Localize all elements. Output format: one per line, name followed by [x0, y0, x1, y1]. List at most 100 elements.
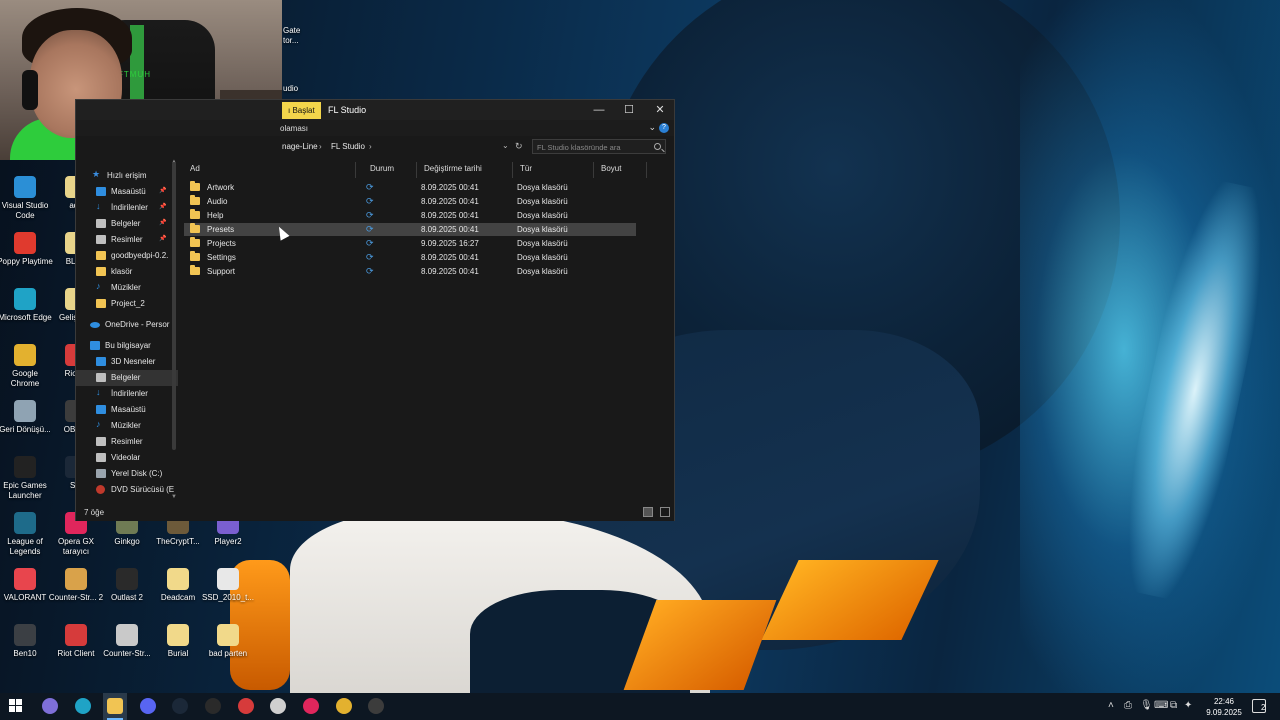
search-input[interactable]: FL Studio klasöründe ara [532, 139, 666, 154]
ribbon-collapse-button[interactable]: ⌄ [648, 122, 656, 133]
nav-item[interactable]: Project_2 [76, 296, 178, 312]
tray-icon[interactable]: ˄ [1108, 700, 1114, 711]
chrome-icon[interactable] [336, 698, 352, 714]
nav-item[interactable]: Belgeler 📌 [76, 216, 178, 232]
file-row[interactable]: Help ⟳ 8.09.2025 00:41 Dosya klasörü [184, 209, 636, 222]
folder-icon [190, 195, 200, 205]
nav-item[interactable]: ♪ Müzikler [76, 418, 178, 434]
start-icon[interactable] [8, 698, 24, 714]
desktop-shortcut[interactable]: Microsoft Edge [0, 288, 53, 323]
file-row[interactable]: Artwork ⟳ 8.09.2025 00:41 Dosya klasörü [184, 181, 636, 194]
nav-item[interactable]: Resimler [76, 434, 178, 450]
breadcrumb-separator[interactable]: › [319, 142, 322, 151]
desktop-shortcut[interactable]: Google Chrome [0, 344, 53, 389]
desktop-shortcut-label: Epic Games Launcher [3, 481, 47, 500]
help-button[interactable]: ? [659, 123, 669, 133]
desktop-shortcut-label: Microsoft Edge [0, 313, 52, 322]
nav-item[interactable]: goodbyedpi-0.2. [76, 248, 178, 264]
file-explorer-window[interactable]: ı Başlat FL Studio — ☐ ✕ olaması ⌄ ? nag… [75, 99, 675, 521]
file-explorer-icon[interactable] [107, 698, 123, 714]
desktop-shortcut-label: Deadcam [160, 593, 196, 602]
nav-item[interactable]: OneDrive - Persor [76, 317, 178, 333]
column-header-modified[interactable]: Değiştirme tarihi [418, 162, 513, 178]
file-list-pane[interactable]: Ad Durum Değiştirme tarihi Tür Boyut Art… [184, 158, 674, 504]
desktop-shortcut[interactable]: Counter-Str... 2 [48, 568, 104, 603]
desktop-shortcut[interactable]: SSD_2010_t... [200, 568, 256, 603]
riot-icon[interactable] [238, 698, 254, 714]
nav-item[interactable]: ↓ İndirilenler 📌 [76, 200, 178, 216]
nav-item[interactable]: klasör [76, 264, 178, 280]
maximize-button[interactable]: ☐ [619, 103, 639, 117]
nav-item[interactable]: Belgeler [76, 370, 178, 386]
refresh-button[interactable]: ↻ [515, 141, 523, 152]
details-view-button[interactable] [643, 507, 653, 517]
desktop-shortcut[interactable]: League of Legends [0, 512, 53, 557]
steam-icon[interactable] [172, 698, 188, 714]
address-bar[interactable]: nage-Line › FL Studio › ⌄ ↻ FL Studio kl… [76, 138, 674, 156]
column-header-type[interactable]: Tür [514, 162, 594, 178]
file-row[interactable]: Settings ⟳ 8.09.2025 00:41 Dosya klasörü [184, 251, 636, 264]
nav-item[interactable]: Bu bilgisayar [76, 338, 178, 354]
breadcrumb-fl-studio[interactable]: FL Studio [331, 142, 365, 151]
sync-status-icon: ⟳ [366, 238, 374, 248]
desktop-shortcut[interactable]: Deadcam [150, 568, 206, 603]
desktop-shortcut-label: Counter-Str... [103, 649, 151, 658]
obs-icon[interactable] [368, 698, 384, 714]
tray-icon[interactable]: ⌨ [1154, 700, 1168, 711]
opera-gx-icon[interactable] [303, 698, 319, 714]
desktop-shortcut[interactable]: Ben10 [0, 624, 53, 659]
file-row[interactable]: Presets ⟳ 8.09.2025 00:41 Dosya klasörü [184, 223, 636, 236]
close-button[interactable]: ✕ [650, 103, 670, 117]
search-icon[interactable] [654, 143, 661, 150]
desktop-shortcut[interactable]: Outlast 2 [99, 568, 155, 603]
nav-scroll-down-arrow[interactable]: ▼ [171, 494, 177, 500]
file-row[interactable]: Audio ⟳ 8.09.2025 00:41 Dosya klasörü [184, 195, 636, 208]
pin-icon: 📌 [159, 236, 167, 242]
tray-icon[interactable]: ⎙ [1124, 700, 1132, 711]
desktop-shortcut[interactable]: Epic Games Launcher [0, 456, 53, 501]
nav-scrollbar-thumb[interactable] [172, 162, 176, 450]
nav-item[interactable]: ♪ Müzikler [76, 280, 178, 296]
breadcrumb-image-line[interactable]: nage-Line [282, 142, 318, 151]
desktop-shortcut[interactable]: Burial [150, 624, 206, 659]
nav-item[interactable]: 3D Nesneler [76, 354, 178, 370]
nav-item[interactable]: Masaüstü 📌 [76, 184, 178, 200]
file-row[interactable]: Projects ⟳ 9.09.2025 16:27 Dosya klasörü [184, 237, 636, 250]
breadcrumb-separator[interactable]: › [369, 142, 372, 151]
desktop-shortcut[interactable]: Counter-Str... [99, 624, 155, 659]
edge-icon[interactable] [75, 698, 91, 714]
column-header-status[interactable]: Durum [364, 162, 417, 178]
epic-games-icon[interactable] [205, 698, 221, 714]
nav-item[interactable]: Yerel Disk (C:) [76, 466, 178, 482]
desktop-shortcut[interactable]: Poppy Playtime [0, 232, 53, 267]
address-history-dropdown[interactable]: ⌄ [502, 141, 509, 150]
tray-icon[interactable]: ✦ [1184, 700, 1192, 711]
column-header-name[interactable]: Ad [184, 162, 356, 178]
minimize-button[interactable]: — [589, 103, 609, 117]
desktop-shortcut[interactable]: bad parten [200, 624, 256, 659]
desktop-shortcut[interactable]: VALORANT [0, 568, 53, 603]
nav-item[interactable]: Resimler 📌 [76, 232, 178, 248]
large-icons-view-button[interactable] [660, 507, 670, 517]
tray-icon[interactable]: ⧉ [1170, 700, 1177, 711]
copilot-icon[interactable] [42, 698, 58, 714]
nav-item[interactable]: ↓ İndirilenler [76, 386, 178, 402]
desktop-shortcut[interactable]: Riot Client [48, 624, 104, 659]
desktop-shortcut[interactable]: Visual Studio Code [0, 176, 53, 221]
ribbon-tab-start[interactable]: ı Başlat [282, 102, 321, 119]
3d-objects-icon [96, 357, 106, 366]
navigation-pane[interactable]: ★ Hızlı erişim Masaüstü 📌 ↓ İndirilenler 📌 Belg… [76, 158, 181, 504]
nav-item[interactable]: ★ Hızlı erişim [76, 168, 178, 184]
file-row[interactable]: Support ⟳ 8.09.2025 00:41 Dosya klasörü [184, 265, 636, 278]
unity-icon[interactable] [270, 698, 286, 714]
title-bar[interactable]: ı Başlat FL Studio — ☐ ✕ [76, 100, 674, 120]
desktop-shortcut[interactable]: Geri Dönüşü... [0, 400, 53, 435]
column-header-size[interactable]: Boyut [595, 162, 647, 178]
discord-icon[interactable] [140, 698, 156, 714]
clock[interactable]: 22:46 9.09.2025 [1203, 696, 1245, 718]
nav-item[interactable]: Videolar [76, 450, 178, 466]
nav-item[interactable]: DVD Sürücüsü (E [76, 482, 178, 498]
nav-item-label: Hızlı erişim [107, 171, 147, 180]
tray-icon[interactable]: 🎙 [1140, 700, 1153, 711]
nav-item[interactable]: Masaüstü [76, 402, 178, 418]
